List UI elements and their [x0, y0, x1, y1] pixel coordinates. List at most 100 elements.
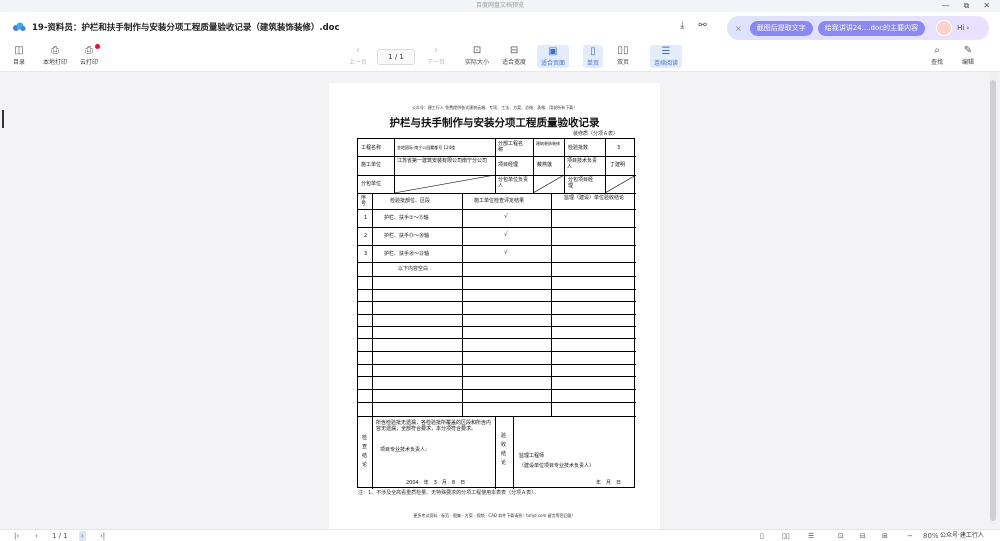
label-subsection: 分部工程名 称 [498, 141, 529, 153]
row-2-part: 护栏、扶手⑬～⑳轴 [384, 233, 430, 239]
continuous-read-button[interactable]: ☰ 连续阅读 [650, 45, 683, 68]
actual-size-icon: ⊡ [472, 45, 482, 56]
check-signature: 项目专业技术负责人： [380, 447, 431, 453]
row-3-check: √ [504, 249, 508, 256]
accept-sub-note: （建设单位项目专业技术负责人） [519, 463, 595, 469]
actual-size-icon[interactable]: ⊞ [882, 531, 888, 541]
row-1-check: √ [504, 213, 508, 220]
value-contractor: 江苏省第一建筑安装有限公司南宁分公司 [397, 158, 488, 164]
row-1-no: 1 [364, 215, 368, 221]
fit-page-button[interactable]: ▣ 适合页面 [537, 45, 570, 68]
fit-width-button[interactable]: ⊟ 适合宽度 [502, 45, 526, 66]
slash-cell-3 [605, 175, 636, 193]
footnote: 注：1、不涉及全高看重质检量、无特殊要求的分项工程使用本表表（分项Ａ表）。 [358, 490, 539, 496]
status-page-indicator[interactable]: 1 / 1 [52, 531, 68, 541]
label-tech-lead: 项目技术负责 人 [567, 158, 603, 170]
header-note: 公众号：建工行人 免费提供各式建筑云端、专项、工法、方案、总结、表格、用说所有下… [411, 105, 578, 110]
share-icon[interactable]: ⚯ [698, 20, 706, 31]
row-3-no: 3 [364, 251, 368, 257]
slash-cell-1 [394, 175, 495, 193]
contents-icon: ◫ [14, 45, 24, 56]
value-project-name: 金地国际·南宁公园麓都号 124楼 [397, 145, 456, 150]
single-page-icon: ▯ [590, 46, 596, 57]
value-project-manager: 戴燕莲 [537, 162, 553, 168]
page-indicator[interactable]: 1 / 1 [377, 49, 415, 65]
notification-dot [95, 44, 100, 49]
row-3-part: 护栏、扶手⑳～㉒轴 [384, 251, 430, 257]
value-tech-lead: 丁建明 [610, 162, 626, 168]
actual-size-button[interactable]: ⊡ 实际大小 [465, 45, 489, 66]
accept-date: 年 月 日 [596, 480, 622, 486]
header-no: 序号 [361, 195, 367, 207]
fit-page-icon[interactable]: ⊡ [838, 531, 844, 541]
view-scroll-icon[interactable]: ☰ [808, 531, 814, 541]
ai-extract-text-button[interactable]: 截图后提取文字 [749, 20, 813, 36]
check-conclusion-label: 检查结论 [362, 435, 368, 468]
label-project-manager: 项目经理 [498, 162, 519, 168]
label-contractor: 施工单位 [361, 162, 382, 168]
label-sub-lead: 分包单位负责人 [498, 177, 529, 189]
zoom-level: 80% [923, 532, 939, 540]
ai-close-icon[interactable]: × [735, 24, 742, 33]
next-page-icon[interactable]: › [79, 531, 86, 541]
double-page-icon: ▯▯ [617, 45, 629, 56]
edit-button[interactable]: ✎ 编辑 [962, 45, 974, 66]
double-page-button[interactable]: ▯▯ 双页 [617, 45, 629, 66]
first-page-icon[interactable]: |‹ [14, 531, 19, 541]
continuous-icon: ☰ [661, 46, 671, 57]
label-subcontractor: 分包单位 [361, 181, 382, 187]
header-supervision: 监理（建设）单位验收结论 [563, 195, 624, 201]
ai-summarize-button[interactable]: 给我讲讲24....doc的主要内容 [817, 20, 926, 36]
single-page-button[interactable]: ▯ 单页 [583, 45, 604, 68]
label-sub-manager: 分包项目经 理 [568, 177, 599, 189]
view-single-icon[interactable]: ▯ [760, 531, 764, 541]
header-check: 施工单位检查评定结果 [474, 198, 525, 204]
prev-page-icon[interactable]: ‹ [35, 531, 38, 541]
slash-cell-2 [533, 175, 564, 193]
assistant-greeting[interactable]: Hi › [957, 24, 969, 32]
minimize-button[interactable]: — [942, 0, 950, 12]
label-batch-count: 检验批数 [568, 145, 589, 151]
pen-icon: ✎ [963, 45, 973, 56]
side-handle[interactable] [2, 110, 4, 128]
zoom-out-icon[interactable]: − [907, 531, 913, 541]
row-2-no: 2 [364, 233, 368, 239]
check-conclusion-text: 所含检验批无遗漏，各检验批所覆盖的区段和所含内容无遗漏，全部符合要求，本分项符合… [376, 420, 492, 432]
inspection-table: 工程名称 金地国际·南宁公园麓都号 124楼 分部工程名 称 建筑装饰装修 检验… [357, 138, 636, 489]
window-controls: — ⧉ ✕ [942, 0, 990, 12]
file-name: 19-资料员：护栏和扶手制作与安装分项工程质量验收记录（建筑装饰装修）.doc [32, 23, 340, 33]
contents-button[interactable]: ◫ 目录 [13, 45, 25, 66]
view-double-icon[interactable]: ▯▯ [782, 531, 790, 541]
check-date: 2004 年 3 月 8 日 [406, 480, 466, 486]
file-header: 19-资料员：护栏和扶手制作与安装分项工程质量验收记录（建筑装饰装修）.doc … [0, 12, 1000, 42]
value-batch-count: 3 [617, 145, 621, 151]
document-title: 护栏与扶手制作与安装分项工程质量验收记录 [389, 117, 600, 129]
maximize-button[interactable]: ⧉ [964, 0, 970, 12]
last-page-icon[interactable]: ›| [100, 531, 105, 541]
row-1-part: 护栏、扶手①～⑬轴 [384, 215, 429, 221]
page-footer: 更多考试资料 · 标范 · 图集 · 方案 · 视频 · CAD 软件下载请到：… [413, 513, 576, 518]
fit-width-icon[interactable]: ⊟ [860, 531, 866, 541]
cloud-printer-icon: ⎙ [85, 45, 93, 56]
next-icon: › [434, 45, 438, 56]
close-window-button[interactable]: ✕ [983, 0, 990, 12]
scroll-thumb[interactable] [990, 80, 996, 521]
prev-icon: ‹ [356, 45, 360, 56]
assistant-avatar[interactable] [936, 20, 953, 36]
next-page-button[interactable]: › 下一页 [427, 45, 445, 66]
local-print-button[interactable]: ⎙ 本地打印 [43, 45, 67, 66]
window-titlebar: 百度网盘文档预览 — ⧉ ✕ [0, 0, 1000, 12]
accept-conclusion-label: 验收结论 [501, 433, 507, 466]
window-title: 百度网盘文档预览 [475, 2, 524, 9]
viewer-toolbar: ◫ 目录 ⎙ 本地打印 ⎙ 云打印 ‹ 上一页 1 / 1 › 下一页 ⊡ 实际大小 ⊟ 适合… [0, 42, 1000, 72]
fit-width-icon: ⊟ [509, 45, 519, 56]
header-part: 检验批部位、区段 [390, 198, 431, 204]
printer-icon: ⎙ [51, 45, 59, 56]
prev-page-button[interactable]: ‹ 上一页 [349, 45, 367, 66]
row-2-check: √ [504, 231, 508, 238]
search-button[interactable]: ⌕ 查找 [931, 45, 943, 66]
download-icon[interactable]: ⤓ [680, 20, 684, 31]
accept-signature: 监理工程师 [519, 453, 545, 459]
label-project-name: 工程名称 [361, 145, 382, 151]
watermark: 公众号·建工行人 [940, 532, 984, 539]
